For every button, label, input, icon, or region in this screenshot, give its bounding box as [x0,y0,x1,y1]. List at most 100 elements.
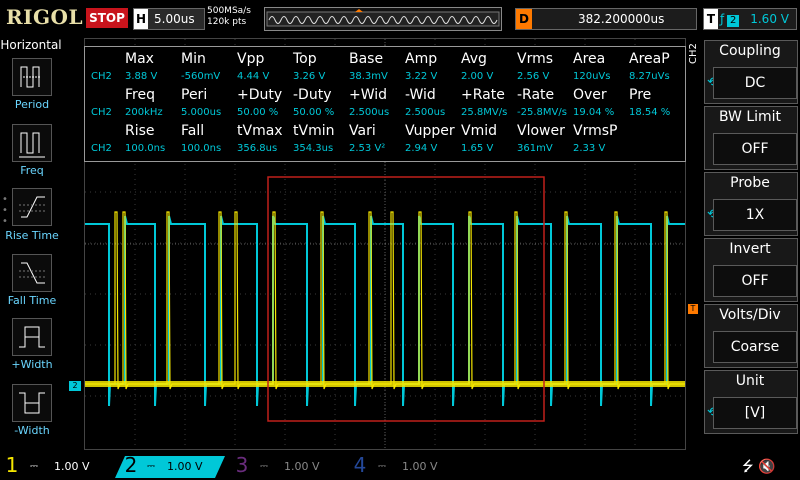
negative-width-icon [19,392,45,414]
ch2-offset-marker[interactable]: 2 [69,381,81,391]
h-key: H [134,9,148,29]
probe-menu-item[interactable]: Probe ⟲ 1X [704,172,798,236]
measure-value: 120uVs [573,71,611,82]
ch1-status[interactable]: 1 ⎓ 1.00 V [2,454,112,478]
menu-title: Horizontal [0,38,62,52]
fall-time-button[interactable] [12,254,52,292]
measure-value: 2.500us [349,107,390,118]
unit-title: Unit [735,373,765,389]
ch4-number: 4 [353,453,367,477]
measure-header: +Wid [349,87,388,103]
measure-value: 3.88 V [125,71,158,82]
volts-div-menu-item[interactable]: Volts/Div Coarse [704,304,798,368]
measure-value: 19.04 % [573,107,615,118]
measure-value: 3.22 V [405,71,438,82]
measure-channel: CH2 [91,71,112,82]
positive-width-label: +Width [11,358,53,371]
freq-button[interactable] [12,124,52,162]
bw-limit-title: BW Limit [718,109,782,125]
measure-header: Vmid [461,123,497,139]
measure-value: 2.500us [405,107,446,118]
bw-limit-value: OFF [713,133,797,165]
rise-time-button[interactable] [12,188,52,226]
dc-coupling-icon: ⎓ [30,461,38,472]
measure-value: 2.53 V² [349,143,386,154]
measure-value: 356.8us [237,143,278,154]
dc-coupling-icon: ⎓ [378,461,386,472]
ch1-scale: 1.00 V [54,460,90,473]
measure-header: Vpp [237,51,265,67]
negative-width-button[interactable] [12,384,52,422]
bw-limit-menu-item[interactable]: BW Limit OFF [704,106,798,170]
measure-value: 50.00 % [237,107,279,118]
period-button[interactable] [12,58,52,96]
measure-header: Min [181,51,206,67]
delay-value: 382.200000us [578,12,665,26]
measure-header: Rise [125,123,155,139]
unit-menu-item[interactable]: Unit ⟲ [V] [704,370,798,434]
coupling-value: DC [713,67,797,99]
measure-header: Over [573,87,607,103]
measure-value: 8.27uVs [629,71,670,82]
ch2-status[interactable]: 2 ⎓ 1.00 V [115,456,225,478]
measure-header-row: Rise Fall tVmax tVmin Vari Vupper Vmid V… [85,123,685,141]
menu-channel-label: CH2 [688,43,699,64]
trigger-level: 1.60 V [750,12,789,26]
unit-value: [V] [713,397,797,429]
measure-value: 354.3us [293,143,334,154]
measure-value: 1.65 V [461,143,494,154]
measure-header-row: Freq Peri +Duty -Duty +Wid -Wid +Rate -R… [85,87,685,105]
measure-value: 361mV [517,143,553,154]
measure-value: 25.8MV/s [461,107,508,118]
rigol-logo: RIGOL [6,5,84,29]
measure-header: -Wid [405,87,436,103]
frequency-icon [19,132,45,158]
fall-time-label: Fall Time [7,294,57,307]
d-key: D [516,9,532,29]
measure-header: Fall [181,123,205,139]
invert-title: Invert [729,241,771,257]
waveform-overview [264,7,502,31]
volts-div-value: Coarse [713,331,797,363]
measure-header: +Rate [461,87,505,103]
measure-value: 5.000us [181,107,222,118]
trigger-display[interactable]: Tƒ 2 1.60 V [703,8,797,30]
measure-header: Peri [181,87,208,103]
positive-width-icon [19,326,45,348]
measure-header: tVmax [237,123,283,139]
coupling-menu-item[interactable]: Coupling ⟲ DC [704,40,798,104]
ch4-status[interactable]: 4 ⎓ 1.00 V [350,453,460,478]
channel-bar: 1 ⎓ 1.00 V 2 ⎓ 1.00 V 3 ⎓ 1.00 V 4 ⎓ 1.0… [0,452,800,480]
negative-width-label: -Width [14,424,50,437]
measure-value: 50.00 % [293,107,335,118]
invert-menu-item[interactable]: Invert OFF [704,238,798,302]
coupling-title: Coupling [719,43,781,59]
measure-value: 2.94 V [405,143,438,154]
timebase-value: 5.00us [154,12,195,26]
measure-header: Base [349,51,384,67]
measure-header: Freq [125,87,155,103]
measure-header: tVmin [293,123,335,139]
measure-value: -560mV [181,71,221,82]
ch3-status[interactable]: 3 ⎓ 1.00 V [232,454,342,478]
dc-coupling-icon: ⎓ [260,461,268,472]
measure-header: Vrms [517,51,554,67]
trigger-level-marker[interactable]: T [688,304,698,314]
measure-header: Pre [629,87,652,103]
run-stop-status[interactable]: STOP [86,8,128,28]
scroll-dots-icon: • • • [2,194,8,227]
timebase-display[interactable]: H 5.00us [133,8,205,30]
ch3-scale: 1.00 V [284,460,320,473]
volts-div-title: Volts/Div [719,307,781,323]
ch2-scale: 1.00 V [167,460,203,473]
measure-value: 4.44 V [237,71,270,82]
positive-width-button[interactable] [12,318,52,356]
top-status-bar: RIGOL STOP H 5.00us 500MSa/s 120k pts D 38… [0,0,800,36]
measure-channel: CH2 [91,107,112,118]
measure-header: Amp [405,51,438,67]
measure-value: 100.0ns [125,143,166,154]
delay-display[interactable]: D 382.200000us [515,8,697,30]
measure-channel: CH2 [91,143,112,154]
measure-value: 200kHz [125,107,163,118]
measure-value: 18.54 % [629,107,671,118]
